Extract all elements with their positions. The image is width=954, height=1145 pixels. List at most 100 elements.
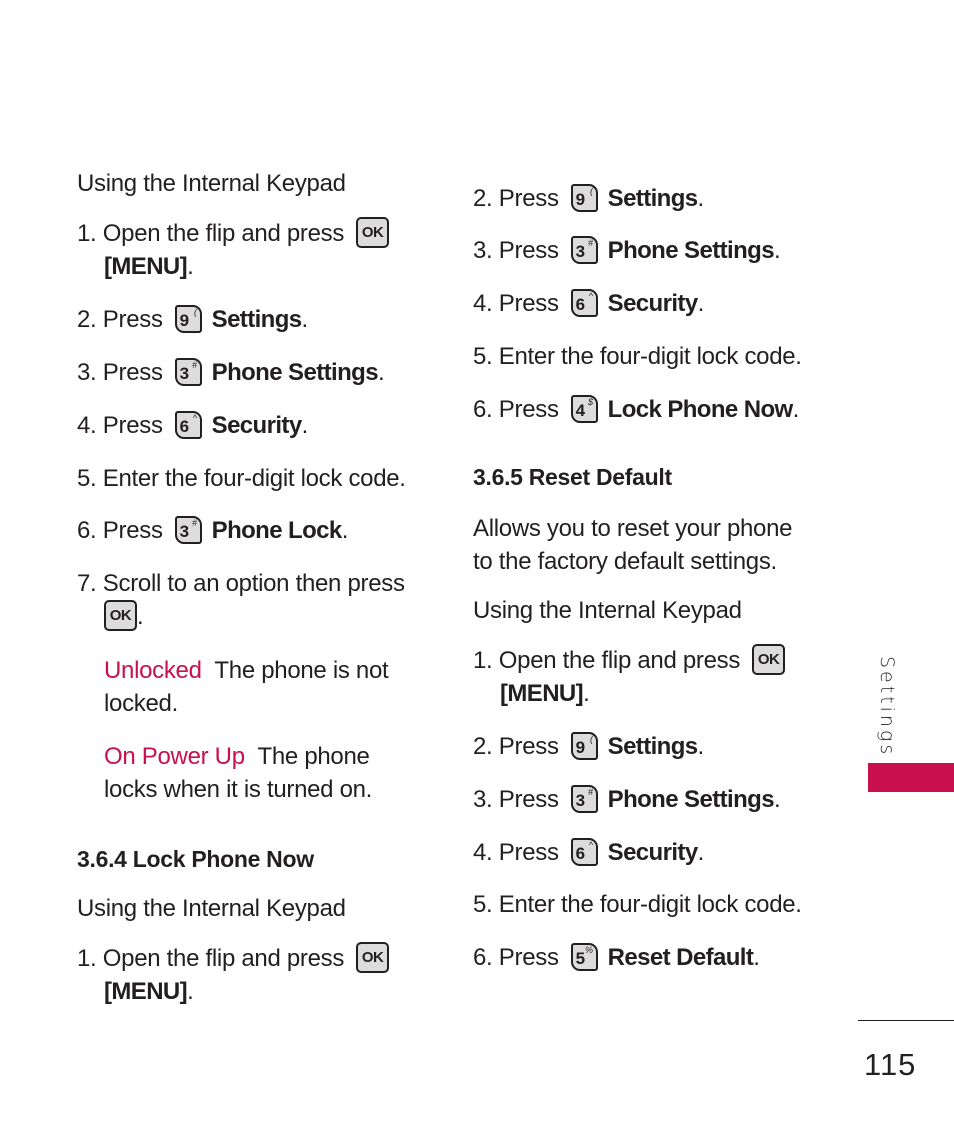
menu-item-label: Security	[607, 839, 699, 866]
key-digit: 6	[575, 294, 585, 314]
menu-item-label: Phone Settings	[607, 237, 775, 264]
option-on-power-up-cont: locks when it is turned on.	[104, 776, 373, 803]
step-number: 5.	[473, 891, 493, 918]
step-4: 4. Press 6 ^ Security.	[77, 409, 308, 442]
key-3-icon: 3 #	[570, 235, 598, 264]
section-heading-3-6-4: 3.6.4 Lock Phone Now	[77, 846, 314, 872]
step-number: 3.	[473, 786, 493, 813]
option-on-power-up: On Power Up The phone	[104, 740, 370, 773]
step-number: 1.	[77, 945, 97, 972]
step-4: 4. Press 6 ^ Security.	[473, 287, 704, 320]
step-5: 5. Enter the four-digit lock code.	[473, 340, 802, 373]
period: .	[792, 396, 800, 423]
step-text: Press	[498, 185, 559, 212]
key-digit: 9	[575, 737, 585, 757]
key-3-icon: 3 #	[570, 784, 598, 813]
step-6: 6. Press 5% Reset Default.	[473, 941, 760, 974]
step-text: Press	[498, 944, 559, 971]
option-term: Unlocked	[104, 657, 202, 684]
step-number: 4.	[473, 839, 493, 866]
key-digit: 5	[575, 948, 585, 968]
step-text: Press	[498, 839, 559, 866]
step-number: 6.	[473, 944, 493, 971]
option-description: The phone	[257, 743, 370, 770]
menu-item-label: Phone Settings	[211, 359, 379, 386]
step-5: 5. Enter the four-digit lock code.	[77, 462, 406, 495]
menu-item-label: Phone Lock	[211, 517, 343, 544]
key-digit: 3	[575, 790, 585, 810]
period: .	[187, 978, 194, 1005]
menu-item-label: Settings	[211, 306, 302, 333]
step-1-menu: [MENU].	[500, 677, 590, 710]
step-number: 1.	[473, 647, 493, 674]
menu-label: [MENU]	[104, 978, 188, 1005]
step-1-menu: [MENU].	[104, 975, 194, 1008]
menu-item-label: Settings	[607, 185, 698, 212]
period: .	[697, 733, 705, 760]
menu-label: [MENU]	[104, 253, 188, 280]
page-number: 115	[864, 1047, 917, 1082]
menu-item-label: Security	[607, 290, 699, 317]
menu-item-label: Phone Settings	[607, 786, 775, 813]
step-number: 5.	[473, 343, 493, 370]
step-text: Scroll to an option then press	[102, 570, 405, 597]
period: .	[773, 237, 781, 264]
subheading-internal-keypad: Using the Internal Keypad	[77, 895, 346, 922]
step-number: 6.	[77, 517, 97, 544]
chapter-tab-marker	[868, 763, 954, 792]
key-symbol: #	[587, 237, 593, 248]
step-3: 3. Press 3 # Phone Settings.	[473, 234, 781, 267]
step-number: 7.	[77, 570, 97, 597]
key-4-icon: 4 $	[570, 394, 598, 423]
step-2: 2. Press 9(Settings.	[473, 730, 704, 763]
period: .	[301, 412, 309, 439]
period: .	[697, 839, 705, 866]
step-1-menu: [MENU].	[104, 250, 194, 283]
step-2: 2. Press 9(Settings.	[77, 303, 308, 336]
menu-item-label: Lock Phone Now	[607, 396, 794, 423]
key-symbol: #	[191, 359, 197, 370]
key-digit: 6	[179, 416, 189, 436]
period: .	[377, 359, 385, 386]
step-number: 4.	[77, 412, 97, 439]
step-text: Press	[498, 786, 559, 813]
menu-item-label: Settings	[607, 733, 698, 760]
ok-key-icon: OK	[104, 600, 137, 632]
step-1: 1. Open the flip and press OK	[77, 217, 390, 250]
step-1: 1. Open the flip and press OK	[473, 644, 786, 677]
step-number: 2.	[473, 185, 493, 212]
step-number: 5.	[77, 465, 97, 492]
chapter-side-label: Settings	[876, 656, 898, 758]
key-3-icon: 3 #	[174, 515, 202, 544]
step-text: Enter the four-digit lock code.	[102, 465, 406, 492]
key-digit: 6	[575, 843, 585, 863]
step-text: Press	[498, 290, 559, 317]
step-7: 7. Scroll to an option then press	[77, 567, 405, 600]
step-text: Press	[498, 733, 559, 760]
step-number: 3.	[77, 359, 97, 386]
key-symbol: ^	[588, 290, 593, 301]
key-digit: 9	[575, 189, 585, 209]
step-text: Press	[498, 396, 559, 423]
step-3: 3. Press 3 # Phone Settings.	[77, 356, 385, 389]
step-text: Press	[102, 412, 163, 439]
step-2: 2. Press 9 ( Settings.	[473, 182, 704, 215]
period: .	[187, 253, 194, 280]
step-number: 2.	[77, 306, 97, 333]
key-symbol: ^	[192, 412, 197, 423]
menu-label: [MENU]	[500, 680, 584, 707]
key-symbol: #	[587, 786, 593, 797]
step-text: Press	[102, 517, 163, 544]
key-symbol: (	[589, 185, 593, 196]
step-3: 3. Press 3 # Phone Settings.	[473, 783, 781, 816]
period: .	[697, 185, 705, 212]
ok-key-icon: OK	[356, 217, 390, 249]
step-6: 6. Press 3 # Phone Lock.	[77, 514, 348, 547]
key-5-icon: 5%	[570, 942, 598, 971]
footer-divider	[858, 1020, 954, 1021]
step-number: 6.	[473, 396, 493, 423]
option-description: The phone is not	[214, 657, 389, 684]
key-digit: 9	[179, 310, 189, 330]
section-description-line-2: to the factory default settings.	[473, 548, 777, 575]
key-digit: 3	[179, 521, 189, 541]
